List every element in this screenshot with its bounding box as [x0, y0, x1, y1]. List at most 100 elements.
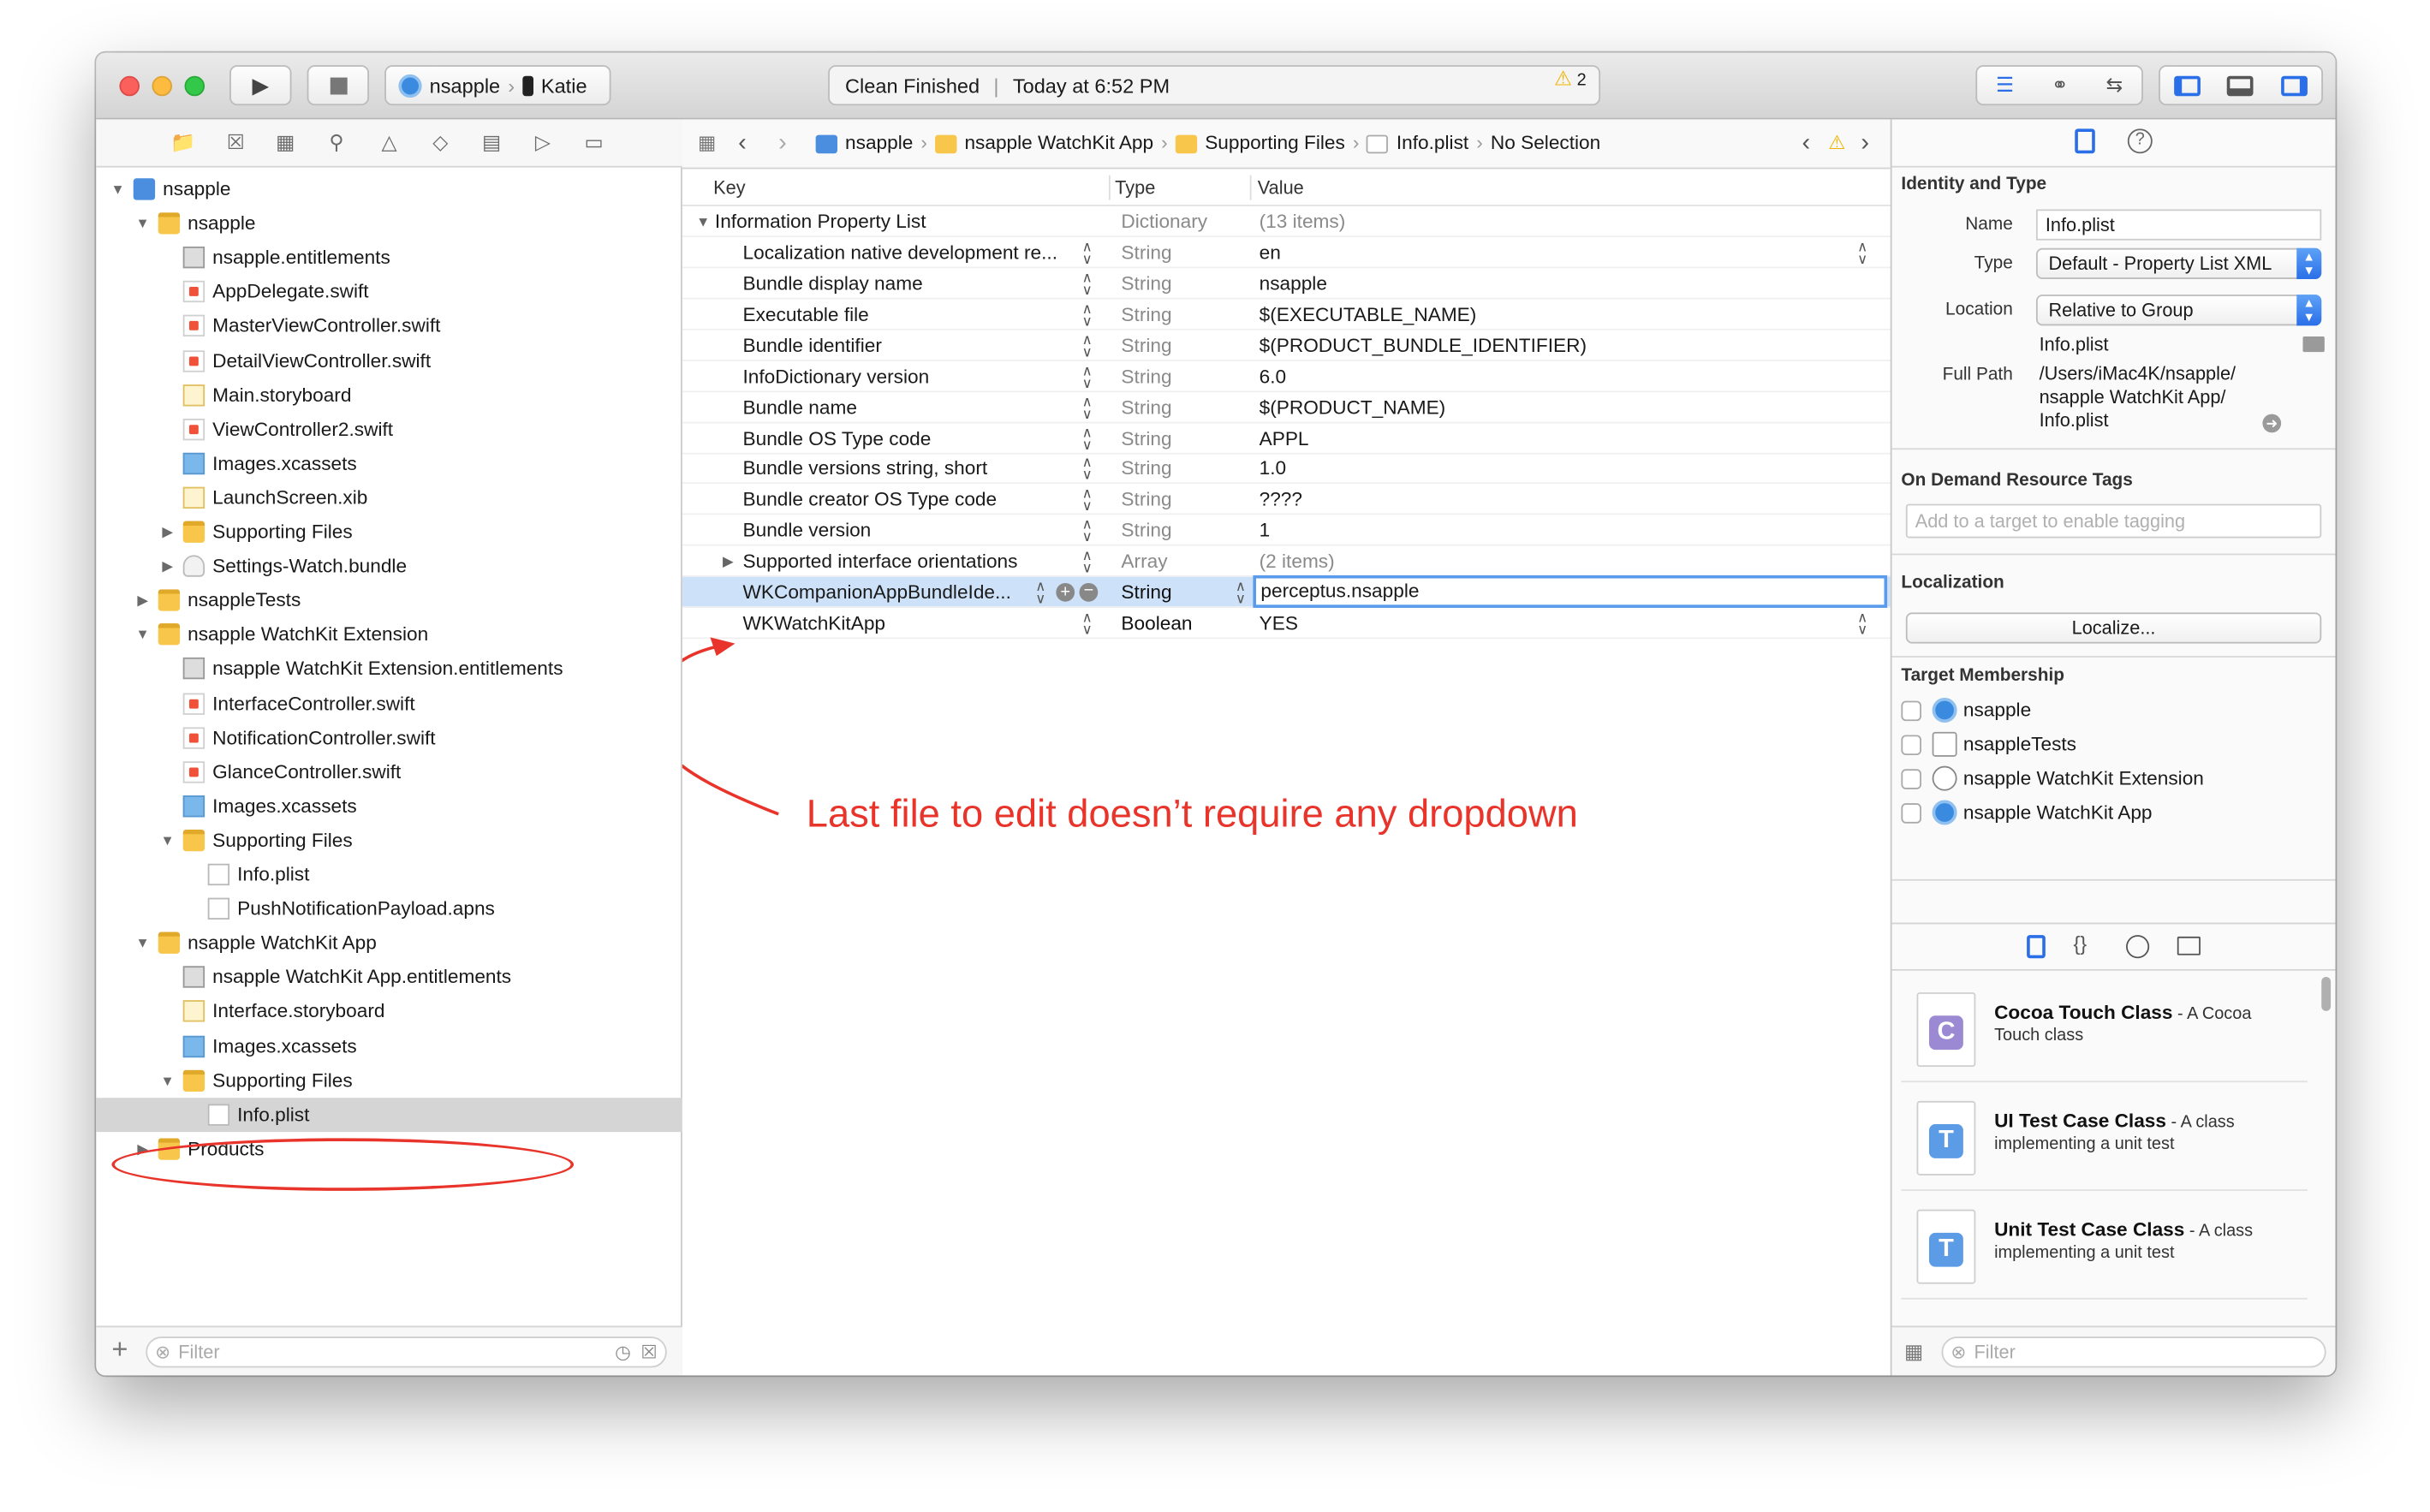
tree-item[interactable]: DetailViewController.swift	[96, 343, 682, 378]
plist-row[interactable]: Bundle OS Type code ∧ ∨ String APPL	[682, 423, 1891, 454]
navigator-filter-field[interactable]: ⊗ Filter ◷ ☒	[146, 1336, 667, 1368]
add-icon[interactable]: +	[111, 1334, 128, 1366]
chevron-updown-icon[interactable]: ∧ ∨	[1080, 425, 1095, 451]
tree-item[interactable]: Info.plist	[96, 858, 682, 892]
plist-row[interactable]: Localization native development re... ∧ ∨ S…	[682, 237, 1891, 269]
inspector-toggle-icon[interactable]	[2281, 74, 2308, 96]
chevron-updown-icon[interactable]: ∧ ∨	[1080, 610, 1095, 637]
tree-item[interactable]: MasterViewController.swift	[96, 309, 682, 343]
target-membership-item[interactable]: nsapple WatchKit App	[1898, 795, 2332, 830]
localize-button[interactable]: Localize...	[1905, 612, 2322, 644]
search-icon[interactable]: ⚲	[323, 128, 351, 157]
folder-icon[interactable]: 📁	[169, 128, 197, 157]
plist-type[interactable]: String	[1121, 485, 1171, 515]
object-library-icon[interactable]	[2126, 935, 2150, 959]
plist-type[interactable]: String	[1121, 423, 1171, 454]
plist-type[interactable]: String	[1121, 515, 1171, 546]
related-items-icon[interactable]: ▦	[698, 119, 716, 167]
source-control-icon[interactable]: ☒	[222, 128, 250, 157]
add-row-icon[interactable]: +	[1056, 583, 1075, 602]
tree-item[interactable]: nsapple WatchKit Extension.entitlements	[96, 652, 682, 686]
file-inspector-icon[interactable]	[2075, 128, 2095, 154]
tree-item[interactable]: Interface.storyboard	[96, 995, 682, 1029]
disclosure-open-icon[interactable]: ▼	[158, 1063, 177, 1098]
editor-mode-segment[interactable]: ☰ ⚭ ⇆	[1975, 65, 2143, 106]
reveal-in-finder-icon[interactable]: ➜	[2262, 414, 2282, 433]
tree-item[interactable]: ▼ Supporting Files	[96, 823, 682, 857]
warning-badge[interactable]: ⚠ 2	[1554, 67, 1587, 92]
quick-help-icon[interactable]: ?	[2127, 128, 2153, 154]
breadcrumb-item[interactable]: nsapple WatchKit App	[964, 119, 1153, 167]
disclosure-open-icon[interactable]: ▼	[158, 823, 177, 857]
plist-row[interactable]: WKCompanionAppBundleIde... ∧ ∨ + − ∧ ∨ String pe…	[682, 575, 1891, 609]
minimize-window-button[interactable]	[152, 75, 173, 97]
location-popup[interactable]: Relative to Group ▲ ▼	[2035, 295, 2322, 326]
grid-view-icon[interactable]: ▦	[1904, 1340, 1923, 1365]
warning-icon[interactable]: ⚠	[1828, 119, 1845, 167]
plist-row[interactable]: Executable file ∧ ∨ String $(EXECUTABLE_NAME…	[682, 299, 1891, 330]
library-scrollbar[interactable]	[2321, 976, 2332, 1011]
key-column-header[interactable]: Key	[713, 169, 745, 205]
tree-item[interactable]: ▼ nsapple	[96, 206, 682, 241]
code-snippet-icon[interactable]: {}	[2073, 932, 2087, 955]
chevron-updown-icon[interactable]: ∧ ∨	[1080, 301, 1095, 328]
breadcrumb-item[interactable]: nsapple	[845, 119, 913, 167]
plist-value-editor[interactable]: perceptus.nsapple	[1253, 575, 1888, 609]
template-item[interactable]: T UI Test Case Class - A class implementi…	[1901, 1086, 2308, 1191]
recent-files-icon[interactable]: ◷	[615, 1338, 631, 1366]
template-item[interactable]: C Cocoa Touch Class - A Cocoa Touch class	[1901, 977, 2308, 1083]
back-button[interactable]: ‹	[738, 119, 747, 167]
standard-editor-icon[interactable]: ☰	[1996, 73, 2014, 98]
chevron-updown-icon[interactable]: ∧ ∨	[1033, 580, 1048, 606]
target-membership-item[interactable]: nsappleTests	[1898, 727, 2332, 761]
disclosure-closed-icon[interactable]: ▶	[723, 546, 734, 577]
plist-root-row[interactable]: ▼ Information Property List Dictionary (…	[682, 206, 1891, 238]
stop-button[interactable]	[307, 65, 370, 106]
plist-type[interactable]: String	[1121, 454, 1171, 485]
value-popup-icon[interactable]: ∧ ∨	[1855, 240, 1870, 266]
disclosure-open-icon[interactable]: ▼	[134, 926, 152, 961]
chevron-updown-icon[interactable]: ∧ ∨	[1080, 240, 1095, 266]
target-membership-item[interactable]: nsapple WatchKit Extension	[1898, 761, 2332, 795]
tree-item[interactable]: Images.xcassets	[96, 1029, 682, 1063]
test-icon[interactable]: ◇	[426, 128, 455, 157]
plist-row[interactable]: Bundle creator OS Type code ∧ ∨ String????	[682, 485, 1891, 515]
plist-row[interactable]: Bundle display name ∧ ∨ String nsapple	[682, 268, 1891, 300]
version-editor-icon[interactable]: ⇆	[2105, 73, 2123, 98]
tree-item[interactable]: LaunchScreen.xib	[96, 480, 682, 515]
value-popup-icon[interactable]: ∧ ∨	[1855, 610, 1870, 637]
tree-item[interactable]: AppDelegate.swift	[96, 275, 682, 309]
assistant-editor-icon[interactable]: ⚭	[2052, 73, 2069, 98]
disclosure-open-icon[interactable]: ▼	[134, 617, 152, 652]
type-column-header[interactable]: Type	[1115, 169, 1155, 205]
plist-row[interactable]: Bundle identifier ∧ ∨ String $(PRODUCT_BUNDL…	[682, 330, 1891, 361]
plist-row[interactable]: Bundle version ∧ ∨ String 1	[682, 515, 1891, 546]
tree-item[interactable]: ▼ nsapple WatchKit Extension	[96, 617, 682, 652]
breadcrumb-item[interactable]: Supporting Files	[1205, 119, 1345, 167]
library-filter-field[interactable]: ⊗ Filter	[1941, 1336, 2326, 1368]
forward-button[interactable]: ›	[778, 119, 787, 167]
odr-tags-field[interactable]: Add to a target to enable tagging	[1905, 503, 2322, 539]
plist-type[interactable]: Boolean	[1121, 608, 1192, 639]
plist-row[interactable]: Bundle versions string, short ∧ ∨ String 1.0	[682, 454, 1891, 485]
tree-item[interactable]: nsapple.entitlements	[96, 241, 682, 275]
tree-item[interactable]: InterfaceController.swift	[96, 686, 682, 720]
filter-options-icon[interactable]: ☒	[640, 1338, 657, 1366]
chevron-updown-icon[interactable]: ∧ ∨	[1080, 517, 1095, 544]
tree-item[interactable]: ▼ Supporting Files	[96, 1063, 682, 1098]
tree-item[interactable]: nsapple WatchKit App.entitlements	[96, 961, 682, 995]
plist-row[interactable]: InfoDictionary version ∧ ∨ String 6.0	[682, 360, 1891, 392]
media-library-icon[interactable]	[2177, 936, 2201, 955]
tree-item[interactable]: ▼ nsapple WatchKit App	[96, 926, 682, 961]
breadcrumb-item[interactable]: Info.plist	[1397, 119, 1468, 167]
target-checkbox[interactable]	[1901, 700, 1921, 722]
plist-type[interactable]: String	[1121, 360, 1171, 391]
zoom-window-button[interactable]	[184, 75, 205, 97]
symbol-icon[interactable]: ▦	[271, 128, 300, 157]
template-item[interactable]: T Unit Test Case Class - A class implemen…	[1901, 1194, 2308, 1300]
tree-item[interactable]: NotificationController.swift	[96, 720, 682, 754]
tree-item[interactable]: ViewController2.swift	[96, 412, 682, 446]
disclosure-open-icon[interactable]: ▼	[134, 206, 152, 241]
tree-item[interactable]: GlanceController.swift	[96, 754, 682, 789]
tree-item[interactable]: ▶ nsappleTests	[96, 583, 682, 617]
